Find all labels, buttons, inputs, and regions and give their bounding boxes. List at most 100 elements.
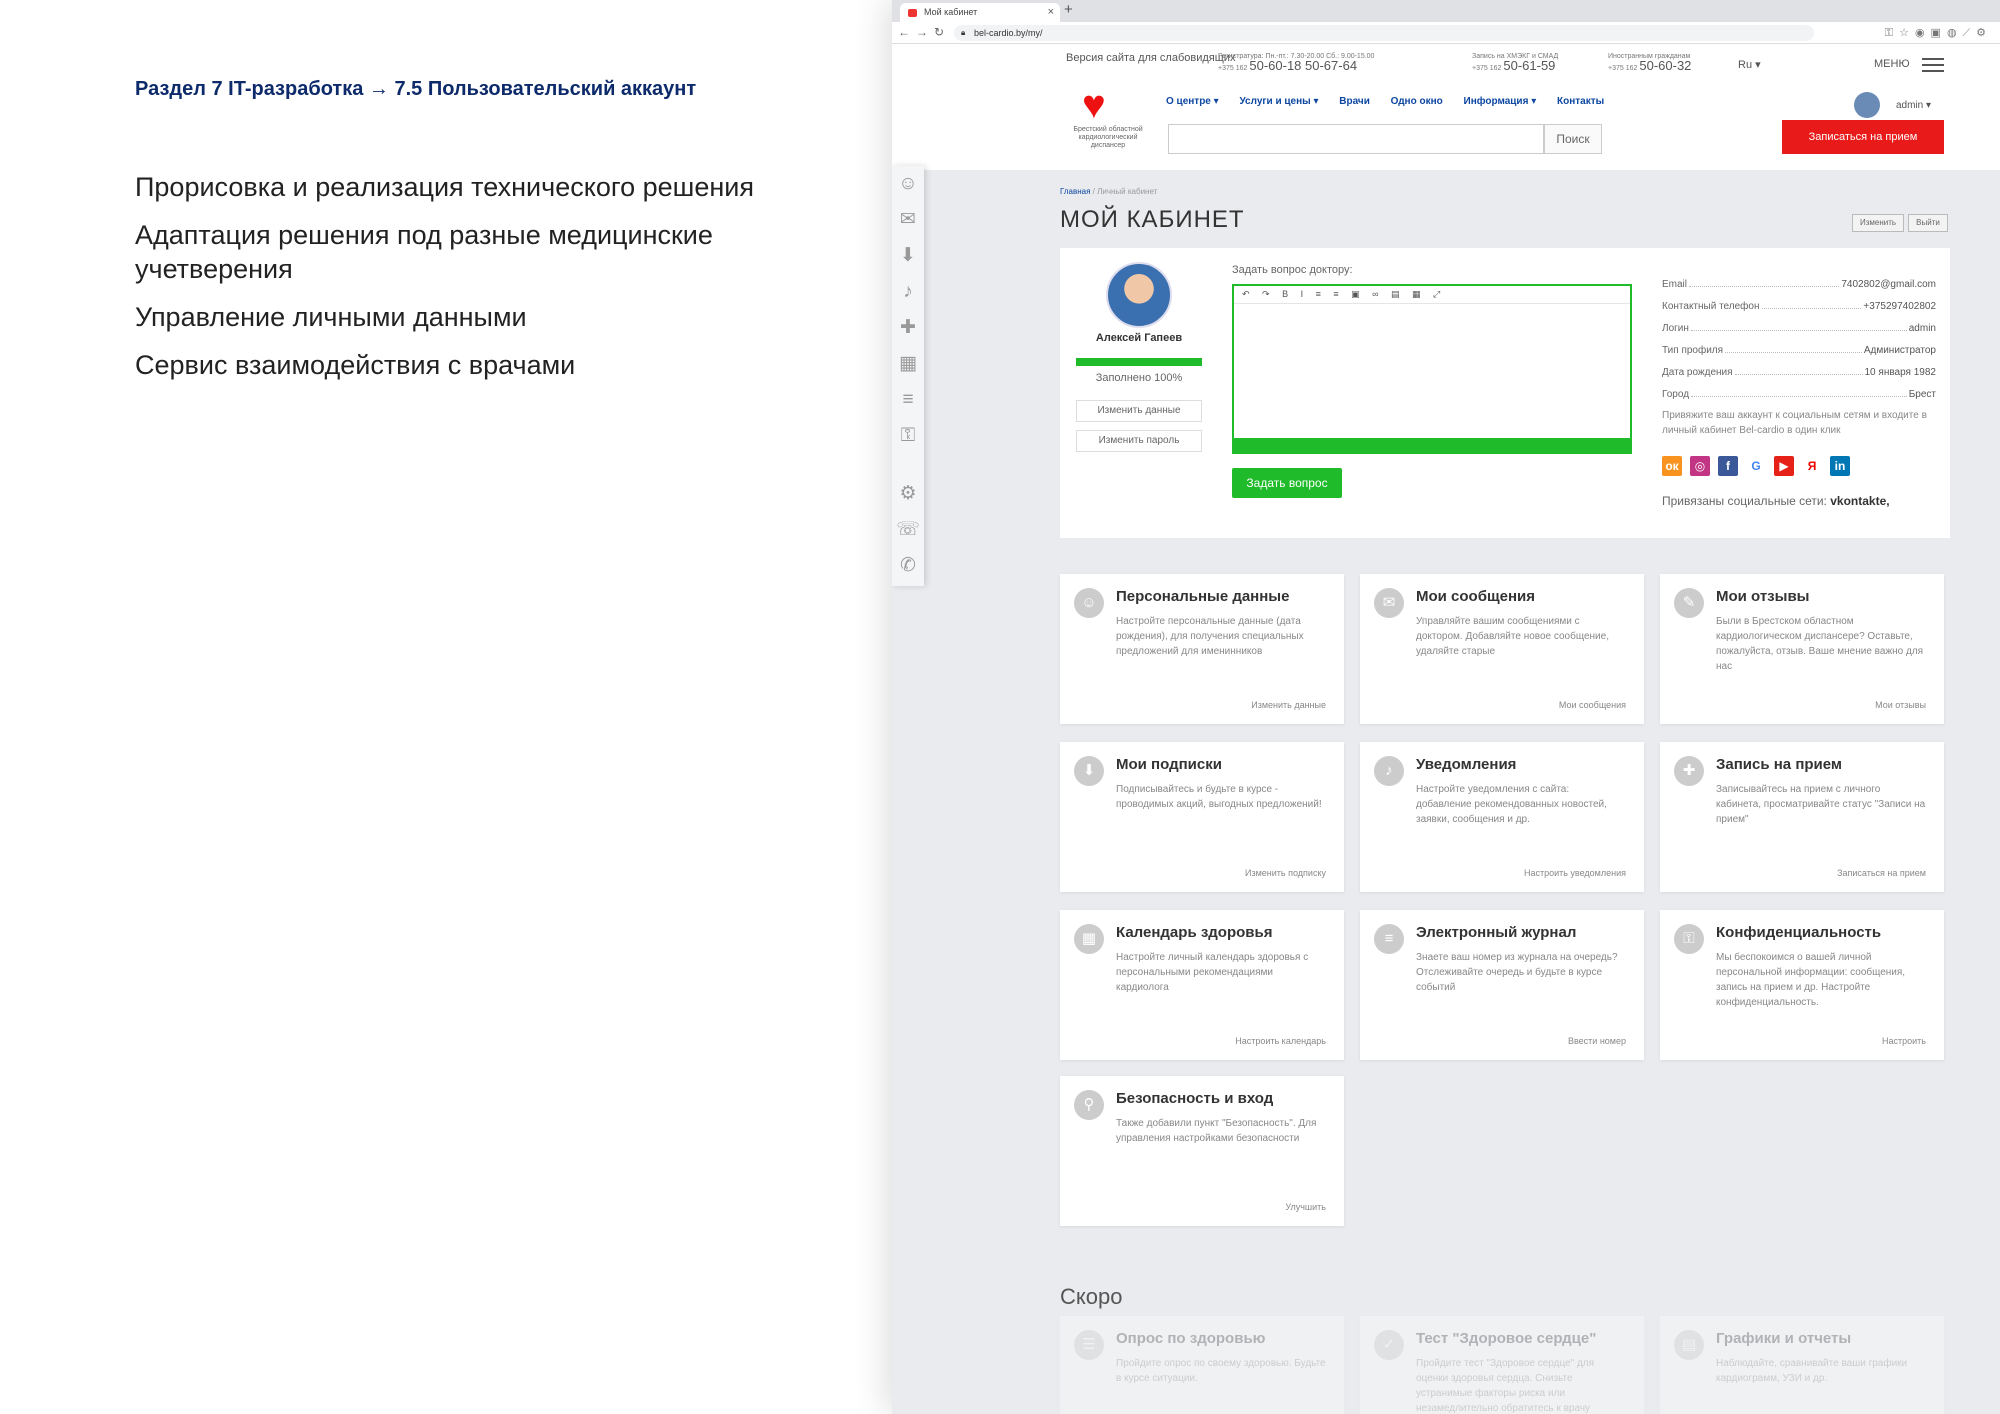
extension-icons[interactable]: ⚿☆◉▣◍⟋⚙ xyxy=(1885,26,1992,40)
card-link[interactable]: Изменить данные xyxy=(1251,700,1326,710)
bell-icon[interactable]: ♪ xyxy=(892,274,924,310)
card-title: Графики и отчеты xyxy=(1716,1330,1852,1347)
mail-icon[interactable]: ✉ xyxy=(892,202,924,238)
card-title: Конфиденциальность xyxy=(1716,924,1882,941)
facebook-icon[interactable]: f xyxy=(1718,456,1738,476)
logo-text: Брестский областной кардиологический дис… xyxy=(1073,126,1143,149)
card-title: Календарь здоровья xyxy=(1116,924,1273,941)
card-link[interactable]: Настроить уведомления xyxy=(1524,868,1626,878)
phone-number[interactable]: 50-60-32 xyxy=(1639,58,1691,73)
phone-prefix: +375 162 xyxy=(1608,65,1638,72)
nav-item-doctors[interactable]: Врачи xyxy=(1339,96,1370,107)
linkedin-icon[interactable]: in xyxy=(1830,456,1850,476)
card-link[interactable]: Настроить календарь xyxy=(1235,1036,1326,1046)
book-appointment-button[interactable]: Записаться на прием xyxy=(1782,120,1944,154)
cabinet-card[interactable]: ≡ Электронный журнал Знаете ваш номер из ж… xyxy=(1360,910,1644,1060)
user-lock-icon[interactable]: ⚿ xyxy=(892,418,924,454)
nav-item-services[interactable]: Услуги и цены ▾ xyxy=(1239,96,1318,107)
exit-button[interactable]: Выйти xyxy=(1908,214,1948,232)
reload-icon[interactable]: ↻ xyxy=(934,25,944,39)
card-title: Запись на прием xyxy=(1716,756,1843,773)
gear-icon[interactable]: ⚙ xyxy=(892,476,924,512)
card-link[interactable]: Настроить xyxy=(1882,1036,1926,1046)
accessibility-link[interactable]: Версия сайта для слабовидящих xyxy=(1066,52,1235,64)
cabinet-card[interactable]: ▤ Графики и отчеты Наблюдайте, сравнивайте… xyxy=(1660,1316,1944,1414)
card-description: Пройдите опрос по своему здоровью. Будьт… xyxy=(1116,1358,1326,1384)
cabinet-card[interactable]: ✎ Мои отзывы Были в Брестском областном ка… xyxy=(1660,574,1944,724)
forward-icon[interactable]: → xyxy=(916,25,928,39)
address-bar: ← → ↻ 🔒︎ bel-cardio.by/my/ ⚿☆◉▣◍⟋⚙ xyxy=(892,22,2000,44)
cabinet-card[interactable]: ✓ Тест "Здоровое сердце" Пройдите тест "Зд… xyxy=(1360,1316,1644,1414)
text-panel: Раздел 7 IT-разработка → 7.5 Пользовател… xyxy=(0,0,890,1414)
edit-button[interactable]: Изменить xyxy=(1852,214,1904,232)
info-row: Тип профиля Администратор xyxy=(1662,334,1936,356)
phone-number[interactable]: 50-61-59 xyxy=(1503,58,1555,73)
phone-block: Запись на ХМЭКГ и СМАД +375 162 50-61-59 xyxy=(1472,52,1558,73)
instagram-icon[interactable]: ◎ xyxy=(1690,456,1710,476)
cabinet-card[interactable]: ☺ Персональные данные Настройте персональн… xyxy=(1060,574,1344,724)
question-editor[interactable]: ↶ ↷ B I ≡ ≡ ▣ ∞ ▤ ▦ ⤢ xyxy=(1232,284,1632,454)
back-icon[interactable]: ← xyxy=(898,25,910,39)
user-avatar[interactable] xyxy=(1854,92,1880,118)
chat-icon[interactable]: ☏ xyxy=(892,512,924,548)
info-row: Контактный телефон +375297402802 xyxy=(1662,290,1936,312)
card-link[interactable]: Ввести номер xyxy=(1568,1036,1626,1046)
card-icon: ✚ xyxy=(1674,756,1704,786)
youtube-icon[interactable]: ▶ xyxy=(1774,456,1794,476)
cabinet-card[interactable]: ☰ Опрос по здоровью Пройдите опрос по свое… xyxy=(1060,1316,1344,1414)
card-link[interactable]: Мои сообщения xyxy=(1559,700,1626,710)
info-value: admin xyxy=(1908,323,1936,334)
cabinet-card[interactable]: ✚ Запись на прием Записывайтесь на прием с… xyxy=(1660,742,1944,892)
card-link[interactable]: Улучшить xyxy=(1285,1202,1326,1212)
tab-my-cabinet[interactable]: Мой кабинет × xyxy=(900,3,1060,22)
info-row: Дата рождения 10 января 1982 xyxy=(1662,356,1936,378)
user-icon[interactable]: ☺ xyxy=(892,166,924,202)
nav-item-about[interactable]: О центре ▾ xyxy=(1166,96,1219,107)
editor-toolbar[interactable]: ↶ ↷ B I ≡ ≡ ▣ ∞ ▤ ▦ ⤢ xyxy=(1234,286,1630,304)
calendar-icon[interactable]: ▦ xyxy=(892,346,924,382)
journal-icon[interactable]: ≡ xyxy=(892,382,924,418)
language-select[interactable]: Ru ▾ xyxy=(1738,58,1761,71)
breadcrumb-home[interactable]: Главная xyxy=(1060,187,1090,196)
nav-item-info[interactable]: Информация ▾ xyxy=(1464,96,1537,107)
nav-item-contacts[interactable]: Контакты xyxy=(1557,96,1604,107)
yandex-icon[interactable]: Я xyxy=(1802,456,1822,476)
tab-bar: Мой кабинет × + xyxy=(892,0,2000,22)
change-password-button[interactable]: Изменить пароль xyxy=(1076,430,1202,452)
new-tab-icon[interactable]: + xyxy=(1064,1,1073,18)
card-icon: ☺ xyxy=(1074,588,1104,618)
card-description: Пройдите тест "Здоровое сердце" для оцен… xyxy=(1416,1358,1595,1414)
info-value: 7402802@gmail.com xyxy=(1841,279,1936,290)
search-input[interactable] xyxy=(1168,124,1544,154)
menu-button[interactable]: МЕНЮ xyxy=(1874,58,1910,70)
soon-title: Скоро xyxy=(1060,1284,1123,1309)
url-field[interactable]: 🔒︎ bel-cardio.by/my/ xyxy=(954,25,1814,41)
user-menu[interactable]: admin ▾ xyxy=(1896,100,1931,111)
card-link[interactable]: Изменить подписку xyxy=(1245,868,1326,878)
linked-networks: Привязаны социальные сети: vkontakte, xyxy=(1662,494,1890,508)
ask-question-button[interactable]: Задать вопрос xyxy=(1232,468,1342,498)
search-button[interactable]: Поиск xyxy=(1544,124,1602,154)
site-logo[interactable]: ♥ Брестский областной кардиологический д… xyxy=(1068,85,1148,158)
question-label: Задать вопрос доктору: xyxy=(1232,264,1353,276)
clipboard-icon[interactable]: ✚ xyxy=(892,310,924,346)
nav-item-one-window[interactable]: Одно окно xyxy=(1391,96,1443,107)
ok-icon[interactable]: ок xyxy=(1662,456,1682,476)
cabinet-card[interactable]: ⬇ Мои подписки Подписывайтесь и будьте в к… xyxy=(1060,742,1344,892)
hamburger-icon[interactable] xyxy=(1922,58,1944,76)
google-icon[interactable]: G xyxy=(1746,456,1766,476)
phone-icon[interactable]: ✆ xyxy=(892,548,924,584)
card-link[interactable]: Записаться на прием xyxy=(1837,868,1926,878)
close-tab-icon[interactable]: × xyxy=(1048,6,1054,18)
download-icon[interactable]: ⬇ xyxy=(892,238,924,274)
cabinet-card[interactable]: ⚲ Безопасность и вход Также добавили пункт… xyxy=(1060,1076,1344,1226)
card-link[interactable]: Мои отзывы xyxy=(1875,700,1926,710)
phone-number[interactable]: 50-60-18 50-67-64 xyxy=(1249,58,1357,73)
cabinet-card[interactable]: ⚿ Конфиденциальность Мы беспокоимся о ваше… xyxy=(1660,910,1944,1060)
cabinet-card[interactable]: ▦ Календарь здоровья Настройте личный кале… xyxy=(1060,910,1344,1060)
edit-data-button[interactable]: Изменить данные xyxy=(1076,400,1202,422)
page-title: МОЙ КАБИНЕТ xyxy=(1060,206,1245,233)
cabinet-card[interactable]: ♪ Уведомления Настройте уведомления с сайт… xyxy=(1360,742,1644,892)
card-icon: ≡ xyxy=(1374,924,1404,954)
cabinet-card[interactable]: ✉ Мои сообщения Управляйте вашим сообщения… xyxy=(1360,574,1644,724)
